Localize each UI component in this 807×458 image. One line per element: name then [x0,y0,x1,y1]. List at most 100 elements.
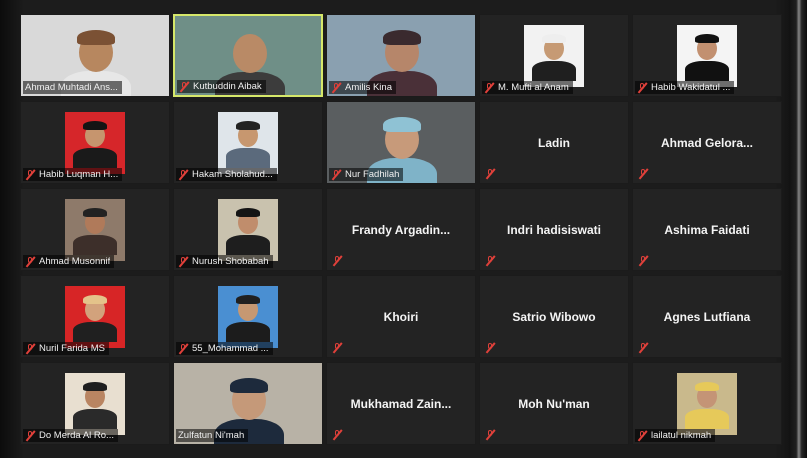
participant-tile[interactable]: Hakam Sholahud... [173,101,323,184]
participant-name: Habib Luqman H... [39,169,119,180]
participant-nameplate: Amilis Kina [329,81,396,94]
participant-name: Hakam Sholahud... [192,169,273,180]
participant-tile[interactable]: Kutbuddin Aibak [173,14,323,97]
person-body [226,148,270,168]
participant-tile[interactable]: Nurush Shobabah [173,188,323,271]
participant-nameplate: Habib Wakidatul ... [635,81,735,94]
person-body [73,322,117,342]
participant-tile[interactable]: lailatul nikmah [632,362,782,445]
participant-nameplate: Hakam Sholahud... [176,168,277,181]
portrait-background [65,286,125,348]
muted-mic-icon [331,82,342,93]
person-body [532,61,576,81]
participant-name: Ahmad Musonnif [39,256,111,267]
portrait-background [677,25,737,87]
participant-tile[interactable]: M. Mufti al Anam [479,14,629,97]
muted-mic-icon [637,430,648,441]
person-body [685,61,729,81]
participant-tile[interactable]: Ahmad Musonnif [20,188,170,271]
portrait-background [524,25,584,87]
person-body [685,409,729,429]
person-body [73,409,117,429]
participant-tile[interactable]: Ashima Faidati [632,188,782,271]
monitor-bezel [789,0,807,458]
person-body [73,148,117,168]
muted-mic-icon [179,81,190,92]
participant-tile[interactable]: Satrio Wibowo [479,275,629,358]
participant-name: Ahmad Muhtadi Ans... [25,82,118,93]
portrait-background [218,199,278,261]
participant-name: M. Mufti al Anam [498,82,569,93]
muted-mic-icon [25,430,36,441]
participant-tile[interactable]: Moh Nu'man [479,362,629,445]
headwear [77,30,115,46]
participant-name-center: Indri hadisiswati [506,223,602,237]
headwear [83,295,107,304]
participant-name-center: Frandy Argadin... [351,223,451,237]
participant-tile[interactable]: Habib Luqman H... [20,101,170,184]
portrait-background [218,286,278,348]
muted-mic-icon [25,256,36,267]
muted-mic-icon [25,169,36,180]
headwear [236,121,260,130]
participant-name: Amilis Kina [345,82,392,93]
participant-nameplate: Zulfatun Ni'mah [176,429,249,442]
participant-name: Habib Wakidatul ... [651,82,731,93]
headwear [83,382,107,391]
participant-name: lailatul nikmah [651,430,712,441]
participant-tile[interactable]: Frandy Argadin... [326,188,476,271]
participant-tile[interactable]: Nur Fadhilah [326,101,476,184]
muted-mic-icon [178,169,189,180]
participant-nameplate: M. Mufti al Anam [482,81,573,94]
participant-nameplate: Kutbuddin Aibak [177,80,266,93]
muted-mic-icon [485,255,496,266]
headwear [542,34,566,43]
portrait-background [218,112,278,174]
participant-name-center: Ladin [538,136,570,150]
participant-name: Do Merda Al Ro... [39,430,114,441]
participant-tile[interactable]: Ladin [479,101,629,184]
participant-name-center: Satrio Wibowo [512,310,596,324]
participant-tile[interactable]: Ahmad Muhtadi Ans... [20,14,170,97]
participant-nameplate: Habib Luqman H... [23,168,123,181]
participant-grid: Ahmad Muhtadi Ans... Kutbuddin Aibak Amili… [20,14,782,452]
participant-name-center: Ahmad Gelora... [660,136,754,150]
participant-tile[interactable]: Habib Wakidatul ... [632,14,782,97]
muted-mic-icon [484,82,495,93]
participant-nameplate: lailatul nikmah [635,429,716,442]
person-head [233,34,267,74]
muted-mic-icon [331,169,342,180]
muted-mic-icon [332,429,343,440]
participant-tile[interactable]: Zulfatun Ni'mah [173,362,323,445]
participant-name: Nur Fadhilah [345,169,400,180]
muted-mic-icon [178,343,189,354]
muted-mic-icon [25,343,36,354]
muted-mic-icon [638,342,649,353]
participant-tile[interactable]: Nuril Farida MS [20,275,170,358]
participant-tile[interactable]: Agnes Lutfiana [632,275,782,358]
participant-nameplate: 55_Mohammad ... [176,342,273,355]
participant-tile[interactable]: 55_Mohammad ... [173,275,323,358]
headwear [383,30,421,46]
participant-nameplate: Do Merda Al Ro... [23,429,118,442]
muted-mic-icon [638,255,649,266]
headwear [695,34,719,43]
muted-mic-icon [485,429,496,440]
participant-tile[interactable]: Amilis Kina [326,14,476,97]
participant-tile[interactable]: Indri hadisiswati [479,188,629,271]
muted-mic-icon [485,168,496,179]
participant-name-center: Moh Nu'man [518,397,590,411]
participant-name-center: Khoiri [383,310,419,324]
person-body [73,235,117,255]
participant-tile[interactable]: Ahmad Gelora... [632,101,782,184]
participant-tile[interactable]: Mukhamad Zain... [326,362,476,445]
participant-tile[interactable]: Khoiri [326,275,476,358]
participant-tile[interactable]: Do Merda Al Ro... [20,362,170,445]
participant-name-center: Mukhamad Zain... [350,397,452,411]
headwear [83,208,107,217]
muted-mic-icon [178,256,189,267]
participant-name: Zulfatun Ni'mah [178,430,245,441]
portrait-background [65,199,125,261]
participant-nameplate: Nuril Farida MS [23,342,109,355]
participant-nameplate: Ahmad Muhtadi Ans... [23,81,122,94]
